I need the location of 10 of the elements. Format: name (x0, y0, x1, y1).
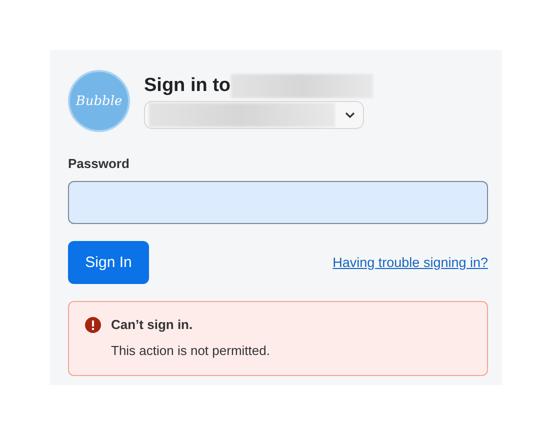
help-link[interactable]: Having trouble signing in? (332, 255, 488, 270)
alert-title: Can’t sign in. (111, 317, 194, 334)
chevron-down-icon (345, 112, 355, 118)
sign-in-title: Sign in to (144, 75, 231, 97)
password-field[interactable] (68, 181, 488, 224)
sign-in-button[interactable]: Sign In (68, 241, 149, 284)
logo: Bubble (68, 70, 130, 132)
error-icon (85, 317, 101, 333)
alert-message: This action is not permitted. (111, 343, 271, 360)
password-label: Password (68, 156, 130, 171)
